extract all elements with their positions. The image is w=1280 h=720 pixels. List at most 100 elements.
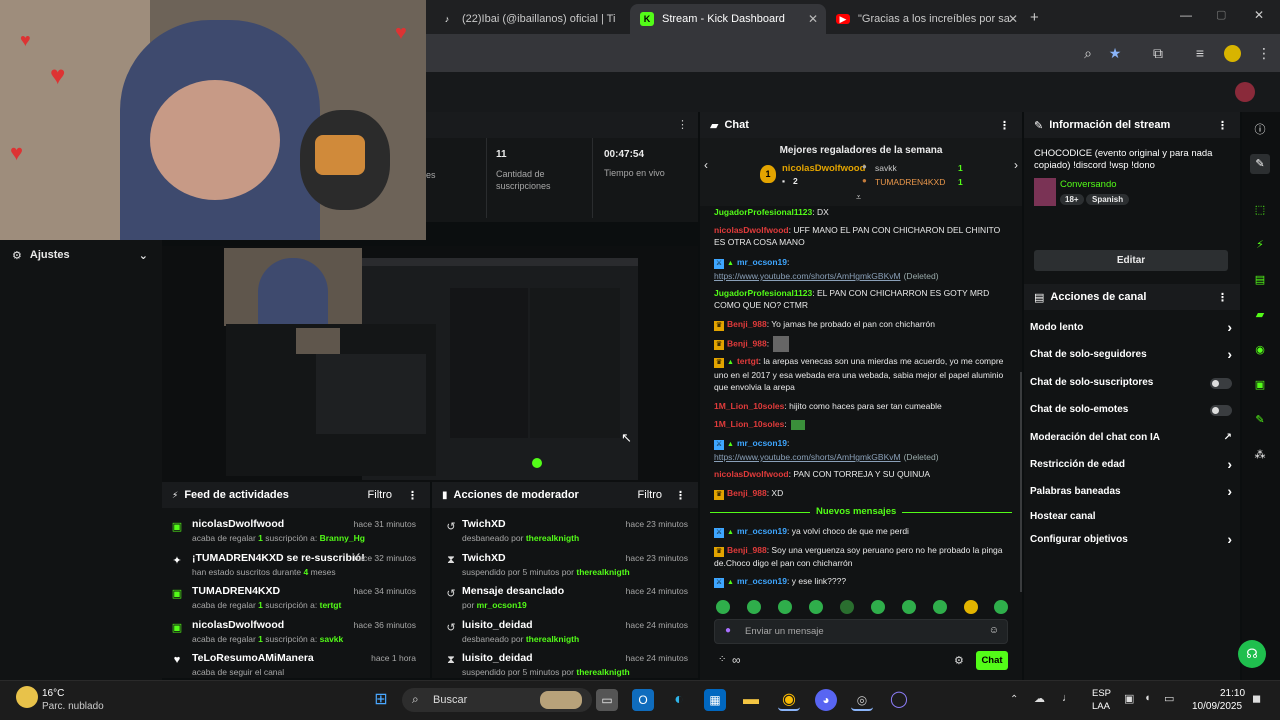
chevron-right-icon[interactable]: › (1014, 158, 1018, 172)
app-icon[interactable]: ◯ (888, 689, 910, 711)
bolt-icon[interactable]: ⚡ (1250, 235, 1270, 255)
chat-username[interactable]: mr_ocson19 (737, 257, 787, 267)
chrome-icon[interactable]: ◉ (778, 689, 800, 711)
notifications-icon[interactable]: ◼ (1252, 692, 1261, 705)
cloud-off-icon[interactable]: ☁ (1034, 692, 1045, 705)
chat-username[interactable]: JugadorProfesional1123 (714, 288, 812, 298)
close-icon[interactable]: ✕ (808, 12, 818, 26)
chat-username[interactable]: mr_ocson19 (737, 576, 787, 586)
chat-message[interactable]: JugadorProfesional1123: DX (714, 206, 1010, 218)
new-tab-icon[interactable]: + (1030, 9, 1039, 26)
microphone-icon[interactable]: ● (725, 625, 731, 636)
menu-icon[interactable]: ⋮ (407, 489, 418, 502)
channel-action-3[interactable]: Chat de solo-emotes (1030, 404, 1232, 418)
toggle-switch[interactable] (1210, 405, 1232, 416)
channel-action-2[interactable]: Chat de solo-suscriptores (1030, 377, 1232, 391)
chat-username[interactable]: mr_ocson19 (737, 526, 787, 536)
menu-icon[interactable]: ⋮ (677, 118, 688, 131)
chat-username[interactable]: Benji_988 (727, 319, 767, 329)
chat-message[interactable]: nicolasDwolfwood: PAN CON TORREJA Y SU Q… (714, 468, 1010, 480)
info-icon[interactable]: ⓘ (1250, 120, 1270, 140)
browser-menu-icon[interactable]: ⋮ (1256, 45, 1272, 61)
emote-button[interactable] (747, 600, 761, 614)
list-icon[interactable]: ▤ (1250, 270, 1270, 290)
chat-scrollbar[interactable] (1020, 372, 1022, 592)
stream-preview[interactable]: ↖ (162, 246, 698, 482)
user-avatar[interactable] (1235, 82, 1255, 102)
mod-action-by[interactable]: therealknigth (526, 533, 579, 543)
chat-bubble-icon[interactable]: ▰ (1250, 305, 1270, 325)
chat-username[interactable]: Benji_988 (727, 488, 767, 498)
mod-action-by[interactable]: therealknigth (526, 634, 579, 644)
mod-filter-button[interactable]: Filtro (638, 489, 662, 501)
chat-message[interactable]: ⚔ ▲ mr_ocson19: https://www.youtube.com/sho… (714, 256, 1010, 282)
points-icon[interactable]: ⁘ (718, 654, 726, 665)
settings-row[interactable]: ⚙ Ajustes ⌄ (0, 244, 162, 266)
activity-filter-button[interactable]: Filtro (368, 489, 392, 501)
chat-message[interactable]: 1M_Lion_10soles: (714, 418, 1010, 430)
activity-detail-target[interactable]: savkk (320, 634, 344, 644)
collapse-icon[interactable]: ⩡ (856, 192, 861, 203)
chat-username[interactable]: 1M_Lion_10soles (714, 401, 784, 411)
taskview-icon[interactable]: ▭ (596, 689, 618, 711)
toggle-switch[interactable] (1210, 378, 1232, 389)
windows-start-icon[interactable]: ⊞ (370, 689, 392, 711)
chat-message[interactable]: ⚔ ▲ mr_ocson19: https://www.youtube.com/sho… (714, 437, 1010, 463)
mod-action-by[interactable]: therealknigth (576, 667, 629, 677)
activity-item[interactable]: ▣ nicolasDwolfwood acaba de regalar 1 susc… (162, 615, 424, 649)
weather-desc[interactable]: Parc. nublado (42, 701, 104, 712)
obs-icon[interactable]: ◎ (851, 689, 873, 711)
maximize-icon[interactable]: ▢ (1216, 8, 1226, 21)
mod-action-item[interactable]: ⧗ TwichXD suspendido por 5 minutos por the… (436, 548, 696, 582)
infinity-icon[interactable]: ∞ (732, 653, 741, 667)
chat-message[interactable]: ♛ Benji_988: Yo jamas he probado el pan c… (714, 318, 1010, 331)
broadcast-icon[interactable]: ◉ (1250, 340, 1270, 360)
mod-action-item[interactable]: ⧗ luisito_deidad suspendido por 5 minutos … (436, 648, 696, 682)
menu-icon[interactable]: ⋮ (999, 119, 1010, 132)
chat-username[interactable]: nicolasDwolfwood (714, 225, 789, 235)
channel-action-4[interactable]: Moderación del chat con IA ↗ (1030, 432, 1232, 446)
activity-item[interactable]: ✦ ¡TUMADREN4KXD se re-suscribió! han estad… (162, 548, 424, 582)
activity-item[interactable]: ♥ TeLoResumoAMiManera acaba de seguir el c… (162, 648, 424, 682)
taskbar-search[interactable]: ⌕ Buscar (402, 688, 592, 712)
gear-icon[interactable]: ⚙ (954, 654, 964, 667)
chat-message[interactable]: ♛ Benji_988: (714, 336, 1010, 352)
emote-button[interactable] (871, 600, 885, 614)
chat-link[interactable]: https://www.youtube.com/shorts/AmHgmkGBK… (714, 271, 901, 281)
chat-send-button[interactable]: Chat (976, 651, 1008, 670)
channel-action-5[interactable]: Restricción de edad › (1030, 456, 1232, 473)
emote-button[interactable] (902, 600, 916, 614)
channel-action-8[interactable]: Configurar objetivos › (1030, 531, 1232, 548)
chat-message[interactable]: ♛ Benji_988: Soy una verguenza soy peruan… (714, 544, 1010, 569)
emote-button[interactable] (994, 600, 1008, 614)
channel-action-6[interactable]: Palabras baneadas › (1030, 483, 1232, 500)
gifter-name[interactable]: TUMADREN4KXD (875, 177, 945, 187)
chat-username[interactable]: nicolasDwolfwood (714, 469, 789, 479)
chat-message[interactable]: JugadorProfesional1123: EL PAN CON CHICH… (714, 287, 1010, 311)
chat-username[interactable]: 1M_Lion_10soles (714, 419, 784, 429)
emote-button[interactable] (778, 600, 792, 614)
chat-username[interactable]: tertgt (737, 356, 759, 366)
gifter-name[interactable]: nicolasDwolfwood (782, 163, 865, 174)
chat-input[interactable]: ● Enviar un mensaje ☺ (714, 619, 1008, 644)
profile-avatar[interactable] (1224, 45, 1241, 62)
clock-date[interactable]: 10/09/2025 (1192, 701, 1242, 712)
weather-icon[interactable] (16, 686, 38, 708)
weather-temp[interactable]: 16°C (42, 688, 64, 699)
volume-icon[interactable]: ◖ (1144, 692, 1151, 704)
explorer-icon[interactable]: ▬ (740, 689, 762, 711)
frame-icon[interactable]: ⬚ (1250, 200, 1270, 220)
emote-button[interactable] (840, 600, 854, 614)
menu-icon[interactable]: ⋮ (1217, 291, 1228, 304)
chat-message[interactable]: ⚔ ▲ mr_ocson19: ya volvi choco de que me p… (714, 525, 1010, 539)
chat-message[interactable]: ♛ Benji_988: XD (714, 487, 1010, 500)
zoom-icon[interactable]: ⌕ (1080, 45, 1096, 61)
menu-icon[interactable]: ⋮ (675, 489, 686, 502)
chat-message[interactable]: nicolasDwolfwood: UFF MANO EL PAN CON CH… (714, 224, 1010, 248)
edge-icon[interactable]: ◐ (668, 689, 690, 711)
close-icon[interactable]: ✕ (1008, 12, 1018, 26)
activity-detail-target[interactable]: tertgt (320, 600, 342, 610)
gifter-name[interactable]: savkk (875, 163, 897, 173)
tab-kick-dashboard[interactable]: K Stream - Kick Dashboard ✕ (630, 4, 826, 34)
support-icon[interactable]: ☊ (1238, 640, 1266, 668)
